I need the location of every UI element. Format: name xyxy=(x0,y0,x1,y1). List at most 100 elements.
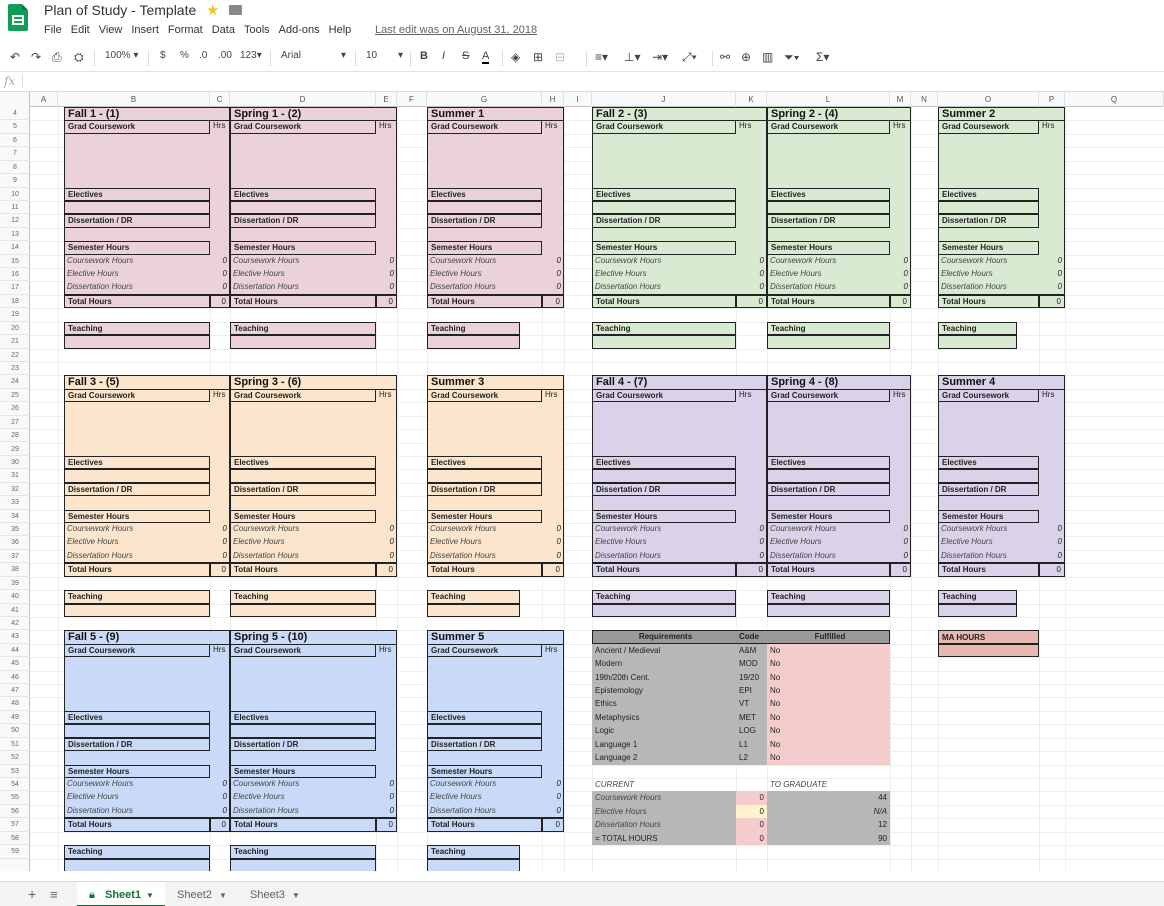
decrease-decimal-button[interactable]: .0 xyxy=(199,50,207,61)
column-header[interactable]: J xyxy=(592,92,736,107)
electives-label[interactable]: Electives xyxy=(592,187,736,201)
teaching-input[interactable] xyxy=(592,335,736,349)
grad-coursework-label[interactable]: Grad Coursework xyxy=(64,643,210,658)
column-header[interactable]: C xyxy=(210,92,230,107)
electives-input[interactable] xyxy=(767,200,890,215)
electives-input[interactable] xyxy=(230,200,376,215)
row-header[interactable]: 20 xyxy=(0,322,30,336)
row-header[interactable]: 15 xyxy=(0,255,30,269)
row-header[interactable]: 11 xyxy=(0,201,30,215)
row-header[interactable]: 24 xyxy=(0,375,30,389)
sheets-logo-icon[interactable] xyxy=(8,4,28,31)
coursework-hours-value[interactable]: 0 xyxy=(376,255,397,268)
elective-hours-value[interactable]: 0 xyxy=(1039,536,1065,549)
borders-icon[interactable]: ⊞ xyxy=(533,50,543,64)
total-hours-value[interactable]: 0 xyxy=(542,294,564,309)
select-all-corner[interactable] xyxy=(0,92,30,107)
row-header[interactable]: 17 xyxy=(0,281,30,295)
teaching-label[interactable]: Teaching xyxy=(230,590,376,604)
teaching-input[interactable] xyxy=(230,335,376,349)
coursework-hours-value[interactable]: 0 xyxy=(542,523,564,536)
font-size-dropdown-icon[interactable]: ▾ xyxy=(398,50,403,61)
electives-input[interactable] xyxy=(427,724,542,738)
teaching-input[interactable] xyxy=(64,603,210,617)
row-header[interactable]: 22 xyxy=(0,349,30,362)
tab-sheet3[interactable]: Sheet3 xyxy=(250,889,285,901)
teaching-label[interactable]: Teaching xyxy=(767,590,890,604)
grad-coursework-label[interactable]: Grad Coursework xyxy=(64,388,210,403)
zoom-select[interactable]: 100% ▾ xyxy=(105,50,138,61)
teaching-label[interactable]: Teaching xyxy=(592,321,736,336)
row-header[interactable]: 59 xyxy=(0,845,30,859)
elective-hours-value[interactable]: 0 xyxy=(890,536,911,549)
grad-coursework-label[interactable]: Grad Coursework xyxy=(64,120,210,134)
coursework-hours-value[interactable]: 0 xyxy=(210,255,230,268)
insert-link-icon[interactable]: ⚯ xyxy=(720,50,730,64)
hrs-label[interactable]: Hrs xyxy=(210,389,230,402)
more-formats-button[interactable]: 123▾ xyxy=(240,50,262,61)
total-hours-value[interactable]: 0 xyxy=(736,294,767,309)
column-header[interactable]: A xyxy=(30,92,58,107)
row-header[interactable]: 10 xyxy=(0,188,30,201)
column-header[interactable]: P xyxy=(1039,92,1065,107)
row-header[interactable]: 37 xyxy=(0,550,30,564)
row-header[interactable]: 34 xyxy=(0,510,30,523)
column-header[interactable]: L xyxy=(767,92,890,107)
grad-coursework-label[interactable]: Grad Coursework xyxy=(767,388,890,403)
font-select[interactable]: Arial xyxy=(281,50,301,61)
elective-hours-value[interactable]: 0 xyxy=(210,536,230,549)
teaching-label[interactable]: Teaching xyxy=(938,321,1017,336)
grad-coursework-label[interactable]: Grad Coursework xyxy=(592,388,736,403)
dissertation-label[interactable]: Dissertation / DR xyxy=(230,214,376,228)
row-header[interactable]: 39 xyxy=(0,577,30,591)
grad-coursework-label[interactable]: Grad Coursework xyxy=(427,388,542,403)
semester-title[interactable]: Spring 5 - (10) xyxy=(230,630,397,645)
semester-title[interactable]: Summer 1 xyxy=(427,107,564,122)
tab-sheet2[interactable]: Sheet2 xyxy=(177,889,212,901)
row-header[interactable]: 13 xyxy=(0,228,30,242)
electives-label[interactable]: Electives xyxy=(230,187,376,201)
row-header[interactable]: 8 xyxy=(0,161,30,175)
dissertation-hours-value[interactable]: 0 xyxy=(736,281,767,294)
dissertation-hours-value[interactable]: 0 xyxy=(890,550,911,563)
bold-button[interactable]: B xyxy=(420,50,428,62)
row-header[interactable]: 56 xyxy=(0,805,30,819)
electives-input[interactable] xyxy=(938,200,1039,215)
coursework-hours-value[interactable]: 0 xyxy=(376,523,397,536)
elective-hours-value[interactable]: 0 xyxy=(1039,268,1065,281)
dissertation-hours-value[interactable]: 0 xyxy=(1039,550,1065,563)
electives-input[interactable] xyxy=(592,200,736,215)
dissertation-label[interactable]: Dissertation / DR xyxy=(938,214,1039,228)
menu-file[interactable]: File xyxy=(44,24,62,36)
column-header[interactable]: O xyxy=(938,92,1039,107)
semester-hours-label[interactable]: Semester Hours xyxy=(592,241,736,255)
row-header[interactable]: 54 xyxy=(0,778,30,792)
requirement-name[interactable]: Ethics xyxy=(592,697,736,711)
semester-title[interactable]: Spring 4 - (8) xyxy=(767,375,911,390)
teaching-label[interactable]: Teaching xyxy=(64,845,210,859)
requirement-name[interactable]: Metaphysics xyxy=(592,710,736,725)
add-sheet-icon[interactable]: + xyxy=(28,886,36,902)
teaching-label[interactable]: Teaching xyxy=(64,321,210,336)
dissertation-label[interactable]: Dissertation / DR xyxy=(427,737,542,752)
redo-icon[interactable]: ↷ xyxy=(31,50,41,64)
semester-title[interactable]: Fall 2 - (3) xyxy=(592,107,767,122)
dissertation-label[interactable]: Dissertation / DR xyxy=(938,482,1039,497)
teaching-label[interactable]: Teaching xyxy=(427,321,520,336)
undo-icon[interactable]: ↶ xyxy=(10,50,20,64)
semester-hours-label[interactable]: Semester Hours xyxy=(64,241,210,255)
requirement-name[interactable]: Language 2 xyxy=(592,751,736,765)
teaching-label[interactable]: Teaching xyxy=(427,845,520,859)
requirement-name[interactable]: Epistemology xyxy=(592,684,736,698)
row-header[interactable]: 41 xyxy=(0,604,30,617)
grad-coursework-label[interactable]: Grad Coursework xyxy=(592,120,736,134)
elective-hours-value[interactable]: 0 xyxy=(542,536,564,549)
row-header[interactable]: 48 xyxy=(0,697,30,711)
semester-title[interactable]: Fall 4 - (7) xyxy=(592,375,767,390)
summary-graduate-value[interactable]: 90 xyxy=(767,831,890,846)
semester-title[interactable]: Spring 3 - (6) xyxy=(230,375,397,390)
electives-label[interactable]: Electives xyxy=(427,710,542,725)
row-header[interactable]: 25 xyxy=(0,389,30,403)
semester-title[interactable]: Summer 2 xyxy=(938,107,1065,122)
grad-coursework-label[interactable]: Grad Coursework xyxy=(938,388,1039,403)
